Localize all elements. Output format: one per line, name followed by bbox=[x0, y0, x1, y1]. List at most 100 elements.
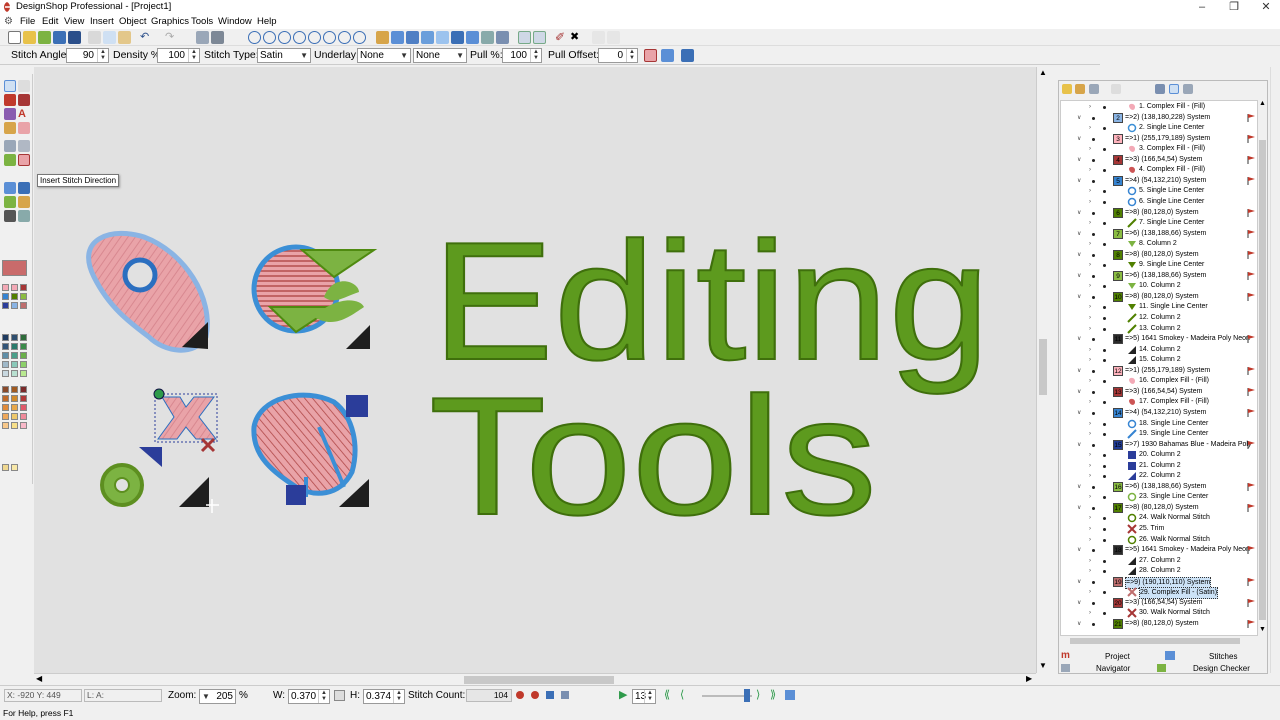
menu-graphics[interactable]: Graphics bbox=[151, 16, 189, 27]
color-block-row[interactable]: ∨ 4 =>3) (166,54,54) System bbox=[1061, 154, 1257, 166]
sequence-hscroll-thumb[interactable] bbox=[1070, 638, 1240, 644]
collapse-icon[interactable]: ∨ bbox=[1077, 176, 1081, 186]
canvas-horizontal-scrollbar[interactable]: ◀ ▶ bbox=[34, 673, 1036, 685]
stop-flag-icon[interactable] bbox=[1247, 176, 1256, 185]
width-field[interactable]: 0.370 ▲ ▼ bbox=[288, 689, 330, 704]
collapse-icon[interactable]: ∨ bbox=[1077, 440, 1081, 450]
embroidery-selected-x[interactable] bbox=[100, 388, 219, 513]
frame-field[interactable]: 13 ▲ ▼ bbox=[632, 689, 656, 704]
collapse-icon[interactable]: ∨ bbox=[1077, 208, 1081, 218]
object-row[interactable]: › 30. Walk Normal Stitch bbox=[1061, 608, 1257, 619]
object-row[interactable]: › 10. Column 2 bbox=[1061, 281, 1257, 292]
magic-select-icon[interactable] bbox=[533, 31, 546, 44]
current-color-swatch[interactable] bbox=[2, 260, 27, 276]
thread-swatch[interactable] bbox=[20, 386, 27, 393]
expand-icon[interactable]: › bbox=[1089, 218, 1091, 228]
folder-open-icon[interactable] bbox=[1075, 84, 1085, 94]
visibility-dot-icon[interactable] bbox=[1092, 622, 1095, 626]
expand-icon[interactable]: › bbox=[1089, 471, 1091, 481]
color-block-row[interactable]: ∨ 10 =>8) (80,128,0) System bbox=[1061, 291, 1257, 303]
visibility-dot-icon[interactable] bbox=[1103, 327, 1106, 331]
menu-edit[interactable]: Edit bbox=[42, 16, 58, 27]
thread-swatch[interactable] bbox=[2, 413, 9, 420]
object-row[interactable]: › 6. Single Line Center bbox=[1061, 197, 1257, 208]
object-row[interactable]: › 7. Single Line Center bbox=[1061, 218, 1257, 229]
thread-swatch[interactable] bbox=[11, 464, 18, 471]
object-row[interactable]: › 17. Complex Fill - (Fill) bbox=[1061, 397, 1257, 408]
stop-flag-icon[interactable] bbox=[1247, 577, 1256, 586]
embroidery-circle-leaf[interactable] bbox=[251, 244, 378, 349]
expand-icon[interactable]: › bbox=[1089, 608, 1091, 618]
close-button[interactable]: ✕ bbox=[1250, 0, 1280, 15]
close-design-icon[interactable]: ✖ bbox=[570, 31, 583, 44]
step-back-icon[interactable]: ⟨ bbox=[680, 688, 684, 701]
sort-icon[interactable] bbox=[1155, 84, 1165, 94]
stitch-effect-icon[interactable] bbox=[644, 49, 657, 62]
sequence-scroll-thumb[interactable] bbox=[1259, 140, 1266, 620]
collapse-icon[interactable]: ∨ bbox=[1077, 366, 1081, 376]
restore-button[interactable]: ❐ bbox=[1218, 0, 1250, 15]
thread-swatch[interactable] bbox=[20, 422, 27, 429]
print-preview-icon[interactable] bbox=[196, 31, 209, 44]
view-icon-7[interactable] bbox=[481, 31, 494, 44]
expand-icon[interactable]: › bbox=[1089, 313, 1091, 323]
color-block-row[interactable]: ∨ 12 =>1) (255,179,189) System bbox=[1061, 365, 1257, 377]
tab-stitches[interactable]: Stitches bbox=[1209, 652, 1237, 661]
rewind-icon[interactable]: ⟪ bbox=[664, 688, 670, 701]
menu-insert[interactable]: Insert bbox=[90, 16, 114, 27]
color-block-row[interactable]: ∨ 8 =>8) (80,128,0) System bbox=[1061, 249, 1257, 261]
stop-flag-icon[interactable] bbox=[1247, 503, 1256, 512]
collapse-icon[interactable]: ∨ bbox=[1077, 545, 1081, 555]
expand-icon[interactable]: › bbox=[1089, 566, 1091, 576]
stop-flag-icon[interactable] bbox=[1247, 250, 1256, 259]
collapse-icon[interactable]: ∨ bbox=[1077, 271, 1081, 281]
zoom-selection-icon[interactable] bbox=[338, 31, 351, 44]
shape-tool-icon[interactable] bbox=[4, 108, 16, 120]
scroll-down-icon[interactable]: ▼ bbox=[1039, 661, 1047, 670]
new-file-icon[interactable] bbox=[8, 31, 21, 44]
select-tool-icon[interactable] bbox=[518, 31, 531, 44]
thread-swatch[interactable] bbox=[2, 361, 9, 368]
lock-aspect-icon[interactable] bbox=[334, 690, 345, 701]
object-row[interactable]: › 26. Walk Normal Stitch bbox=[1061, 535, 1257, 546]
expand-icon[interactable]: › bbox=[1089, 324, 1091, 334]
collapse-icon[interactable]: ∨ bbox=[1077, 482, 1081, 492]
collapse-icon[interactable]: ∨ bbox=[1077, 292, 1081, 302]
visibility-dot-icon[interactable] bbox=[1092, 232, 1095, 236]
object-row[interactable]: › 12. Column 2 bbox=[1061, 313, 1257, 324]
collapse-icon[interactable]: ∨ bbox=[1077, 229, 1081, 239]
tab-design-checker[interactable]: Design Checker bbox=[1193, 664, 1250, 673]
copy-icon[interactable] bbox=[103, 31, 116, 44]
object-row[interactable]: › 9. Single Line Center bbox=[1061, 260, 1257, 271]
collapse-icon[interactable]: ∨ bbox=[1077, 134, 1081, 144]
collapse-icon[interactable]: ∨ bbox=[1077, 113, 1081, 123]
visibility-dot-icon[interactable] bbox=[1103, 559, 1106, 563]
color-block-row[interactable]: ∨ 7 =>6) (138,188,66) System bbox=[1061, 228, 1257, 240]
embroidery-text-tools[interactable]: Tools bbox=[428, 361, 878, 551]
pointer-tool-icon[interactable] bbox=[4, 80, 16, 92]
stop-flag-icon[interactable] bbox=[1247, 387, 1256, 396]
visibility-dot-icon[interactable] bbox=[1103, 538, 1106, 542]
object-row[interactable]: › 21. Column 2 bbox=[1061, 461, 1257, 472]
object-row[interactable]: › 11. Single Line Center bbox=[1061, 302, 1257, 313]
object-row[interactable]: › 28. Column 2 bbox=[1061, 566, 1257, 577]
stop-flag-icon[interactable] bbox=[1247, 292, 1256, 301]
color-block-row[interactable]: ∨ 3 =>1) (255,179,189) System bbox=[1061, 133, 1257, 145]
expand-icon[interactable]: › bbox=[1089, 165, 1091, 175]
stop-flag-icon[interactable] bbox=[1247, 619, 1256, 628]
expand-icon[interactable]: › bbox=[1089, 535, 1091, 545]
sequence-horizontal-scrollbar[interactable] bbox=[1060, 637, 1258, 645]
visibility-dot-icon[interactable] bbox=[1092, 506, 1095, 510]
collapse-icon[interactable]: ∨ bbox=[1077, 250, 1081, 260]
minimize-button[interactable]: – bbox=[1186, 0, 1218, 15]
expand-icon[interactable]: › bbox=[1089, 302, 1091, 312]
thread-swatch[interactable] bbox=[20, 404, 27, 411]
thread-swatch[interactable] bbox=[20, 343, 27, 350]
stop-flag-icon[interactable] bbox=[1247, 208, 1256, 217]
thread-swatch[interactable] bbox=[2, 284, 9, 291]
visibility-dot-icon[interactable] bbox=[1103, 200, 1106, 204]
expand-icon[interactable]: › bbox=[1089, 461, 1091, 471]
view-icon-8[interactable] bbox=[496, 31, 509, 44]
thread-swatch[interactable] bbox=[11, 334, 18, 341]
visibility-dot-icon[interactable] bbox=[1092, 601, 1095, 605]
